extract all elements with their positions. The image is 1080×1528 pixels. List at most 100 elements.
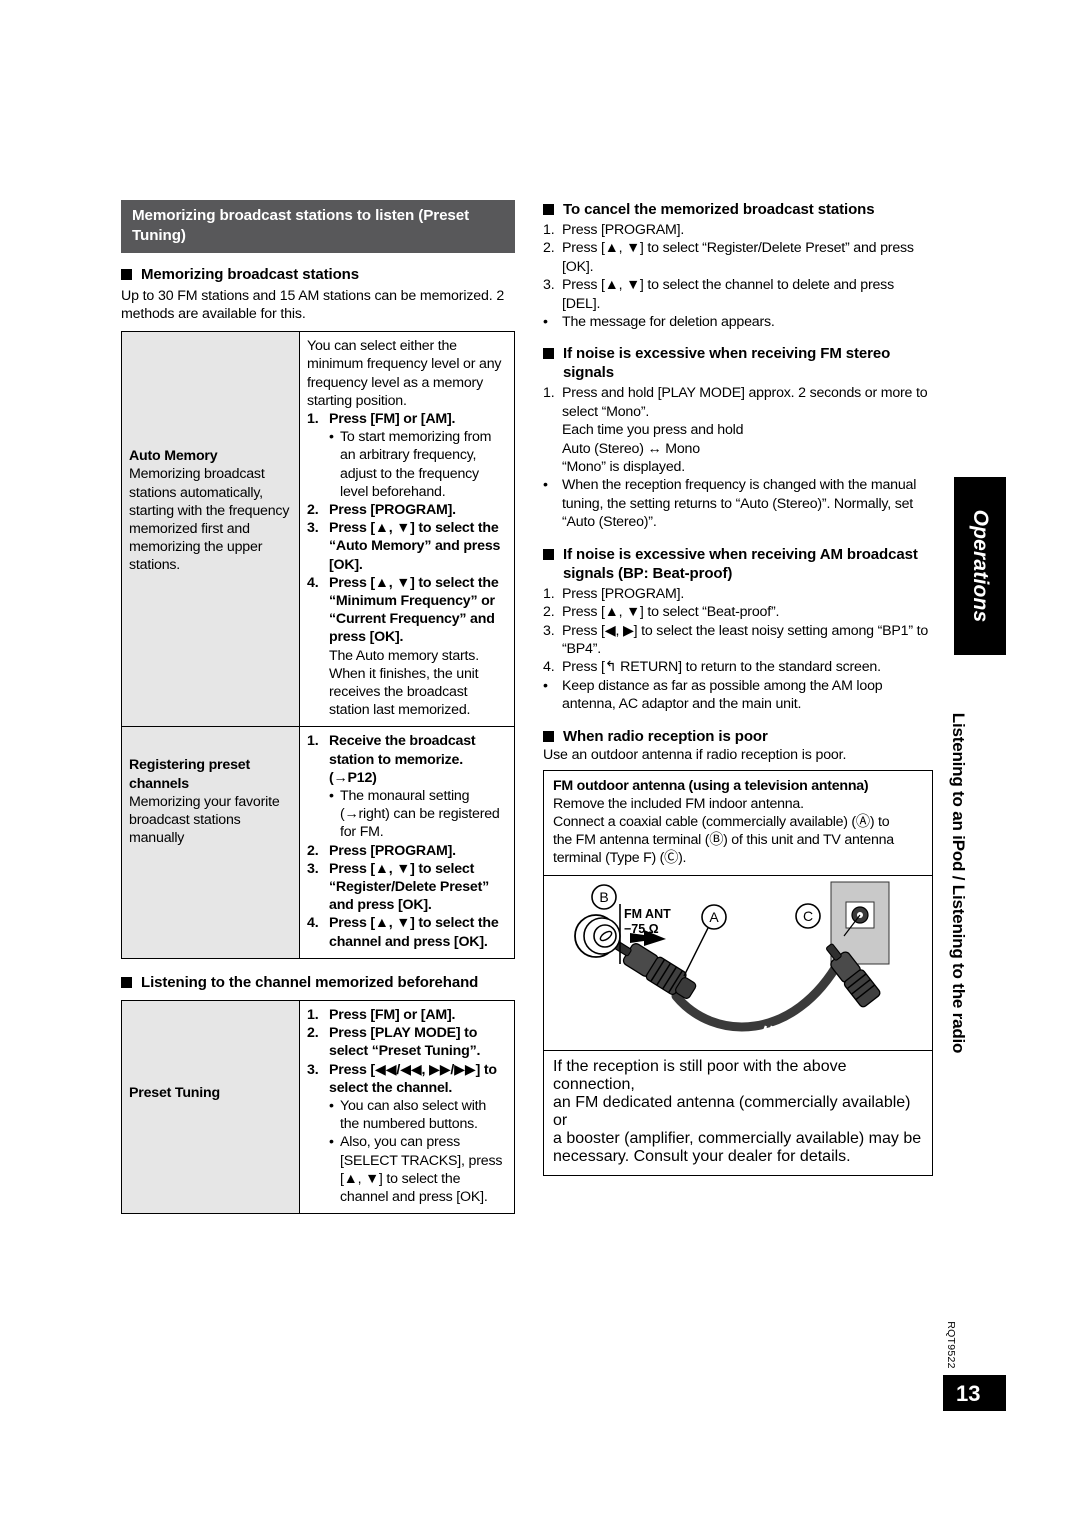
step-item: 1. Press [FM] or [AM].: [307, 1006, 508, 1024]
table-row: Registering preset channels Memorizing y…: [121, 726, 515, 959]
list-item: • When the reception frequency is change…: [543, 476, 933, 531]
page-number-label: 13: [956, 1381, 981, 1406]
list-item: 4. Press [↰ RETURN] to return to the sta…: [543, 658, 933, 676]
bullet-text: Keep distance as far as possible among t…: [562, 677, 883, 713]
bullet-square-icon: [543, 548, 554, 560]
chapter-tab-label: Operations: [969, 509, 992, 623]
step-text: Press [▲, ▼] to select “Register/Delete …: [329, 860, 490, 914]
cell-intro: You can select either the minimum freque…: [307, 338, 502, 409]
step-item: 3. Press [◀◀/◀◀, ▶▶/▶▶] to select the ch…: [307, 1061, 508, 1097]
list-item: 1. Press [PROGRAM].: [543, 585, 933, 603]
row-label-body: Memorizing your favorite broadcast stati…: [129, 793, 280, 847]
am-noise-steps-list: 1. Press [PROGRAM]. 2. Press [▲, ▼] to s…: [543, 585, 933, 714]
bullet-text: The message for deletion appears.: [562, 314, 775, 331]
note-line: Connect a coaxial cable (commercially av…: [553, 814, 890, 831]
heading-text-line1: If noise is excessive when receiving AM: [563, 545, 843, 563]
fm-stereo-steps-list: 1. Press and hold [PLAY MODE] approx. 2 …: [543, 384, 933, 531]
section-banner: Memorizing broadcast stations to listen …: [121, 200, 515, 253]
radio-reception-paragraph: Use an outdoor antenna if radio receptio…: [543, 746, 847, 763]
step-item: 4. Press [▲, ▼] to select the “Minimum F…: [307, 574, 508, 647]
bullet-dot-icon: •: [329, 429, 334, 446]
heading-radio-reception-poor: When radio reception is poor: [543, 727, 933, 746]
list-item: 1. Press and hold [PLAY MODE] approx. 2 …: [543, 384, 933, 421]
step-number: 2.: [543, 240, 555, 257]
row-label-title: Preset Tuning: [129, 1084, 220, 1101]
list-item: 1. Press [PROGRAM].: [543, 221, 933, 239]
step-subline: “Mono” is displayed.: [562, 459, 685, 476]
bullet-text: The monaural setting (→right) can be reg…: [340, 788, 500, 841]
svg-text:C: C: [803, 908, 813, 924]
step-text: Press [PROGRAM].: [329, 502, 456, 519]
step-number: 3.: [307, 860, 319, 877]
bullet-square-icon: [543, 204, 554, 215]
row-label-title: Auto Memory: [129, 448, 218, 465]
heading-text: Listening to the channel memorized befor…: [141, 973, 479, 991]
bullet-dot-icon: •: [543, 314, 548, 331]
step-item: 1. Press [FM] or [AM].: [307, 410, 508, 428]
svg-text:FM ANT: FM ANT: [624, 907, 671, 921]
left-column: Memorizing broadcast stations to listen …: [121, 200, 515, 1215]
svg-text:−75 Ω: −75 Ω: [624, 922, 659, 936]
step-bullet: • You can also select with the numbered …: [307, 1097, 508, 1133]
right-column: To cancel the memorized broadcast statio…: [543, 200, 933, 1177]
row-label-cell: Registering preset channels Memorizing y…: [121, 726, 300, 959]
step-note: The Auto memory starts. When it finishes…: [329, 647, 479, 719]
svg-text:B: B: [599, 889, 608, 905]
step-text: Press [▲, ▼] to select the channel to de…: [562, 277, 894, 312]
bullet-text: Also, you can press [SELECT TRACKS], pre…: [340, 1134, 503, 1205]
bullet-text: You can also select with the numbered bu…: [340, 1097, 487, 1133]
bullet-square-icon: [543, 730, 554, 742]
step-text: Press [▲, ▼] to select the channel and p…: [329, 915, 499, 950]
step-bullet: • The monaural setting (→right) can be r…: [307, 787, 508, 842]
step-number: 4.: [307, 574, 319, 591]
step-item: 3. Press [▲, ▼] to select “Register/Dele…: [307, 860, 508, 915]
bullet-dot-icon: •: [329, 788, 334, 805]
section-tab: Listening to an iPod / Listening to the …: [938, 683, 978, 1083]
step-number: 1.: [307, 733, 319, 750]
cancel-steps-list: 1. Press [PROGRAM]. 2. Press [▲, ▼] to s…: [543, 221, 933, 331]
row-label-body: Memorizing broadcast stations automatica…: [129, 466, 290, 574]
bullet-square-icon: [121, 269, 132, 280]
intro-paragraph: Up to 30 FM stations and 15 AM stations …: [121, 288, 505, 322]
step-text: Press [↰ RETURN] to return to the standa…: [562, 659, 881, 676]
heading-cancel-memorized-stations: To cancel the memorized broadcast statio…: [543, 200, 933, 219]
step-number: 2.: [543, 604, 555, 621]
step-number: 4.: [307, 915, 319, 932]
step-text: Press and hold [PLAY MODE] approx. 2 sec…: [562, 385, 928, 420]
step-number: 2.: [307, 502, 319, 519]
preset-tuning-table: Preset Tuning 1. Press [FM] or [AM]. 2. …: [121, 999, 515, 1215]
step-text: Press [◀, ▶] to select the least noisy s…: [562, 622, 929, 657]
step-number: 1.: [307, 1006, 319, 1023]
fm-outdoor-antenna-note: FM outdoor antenna (using a television a…: [543, 770, 933, 877]
step-number: 3.: [543, 622, 555, 639]
step-text: Press [▲, ▼] to select “Register/Delete …: [562, 240, 914, 275]
heading-text: When radio reception is poor: [563, 727, 768, 745]
table-row: Auto Memory Memorizing broadcast station…: [121, 331, 515, 728]
step-text: Press [◀◀/◀◀, ▶▶/▶▶] to select the chann…: [329, 1061, 497, 1096]
step-text: Press [PLAY MODE] to select “Preset Tuni…: [329, 1025, 481, 1060]
step-number: 3.: [543, 277, 555, 294]
step-text: Press [▲, ▼] to select “Beat-proof”.: [562, 604, 780, 621]
memorizing-methods-table: Auto Memory Memorizing broadcast station…: [121, 331, 515, 959]
step-text: Press [▲, ▼] to select the “Auto Memory”…: [329, 520, 501, 573]
table-row: Preset Tuning 1. Press [FM] or [AM]. 2. …: [121, 999, 515, 1215]
step-number: 1.: [543, 585, 555, 602]
step-number: 4.: [543, 659, 555, 676]
heading-memorizing-broadcast-stations: Memorizing broadcast stations: [121, 265, 515, 284]
antenna-diagram-svg: A B C FM ANT −75 Ω: [574, 881, 890, 1051]
bullet-text: To start memorizing from an arbitrary fr…: [340, 429, 492, 500]
list-item: 3. Press [▲, ▼] to select the channel to…: [543, 276, 933, 313]
note-line: necessary. Consult your dealer for detai…: [553, 1148, 851, 1166]
heading-listening-to-channel: Listening to the channel memorized befor…: [121, 973, 515, 992]
step-number: 1.: [307, 411, 319, 427]
note-line: Remove the included FM indoor antenna.: [553, 796, 804, 813]
row-content-cell: 1. Press [FM] or [AM]. 2. Press [PLAY MO…: [299, 999, 515, 1215]
heading-text-line2: signals: [563, 364, 614, 382]
step-number: 2.: [307, 1025, 319, 1042]
step-item: 2. Press [PLAY MODE] to select “Preset T…: [307, 1024, 508, 1060]
note-line: terminal (Type F) (Ⓒ).: [553, 850, 687, 867]
list-item: • The message for deletion appears.: [543, 313, 933, 331]
note-line: the FM antenna terminal (Ⓑ) of this unit…: [553, 832, 894, 849]
step-bullet: • Also, you can press [SELECT TRACKS], p…: [307, 1133, 508, 1206]
step-text: Receive the broadcast station to memoriz…: [329, 733, 476, 786]
